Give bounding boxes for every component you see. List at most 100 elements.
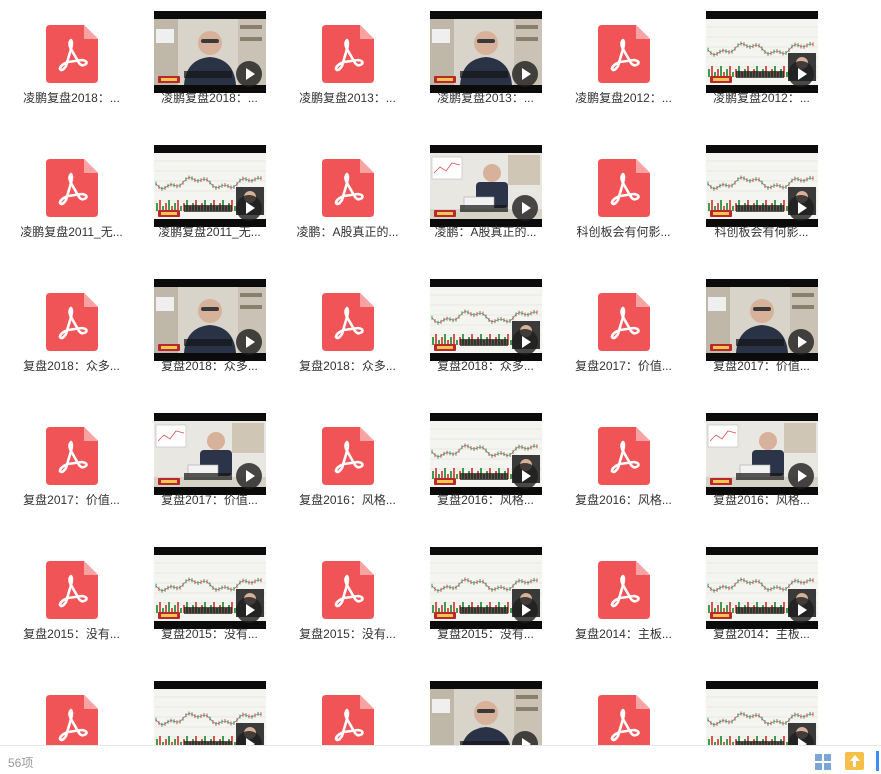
file-name-label[interactable]: 凌鹏复盘2013：... bbox=[414, 89, 557, 106]
upload-icon[interactable] bbox=[845, 752, 864, 770]
pdf-file-item[interactable]: 复盘2014：主板... bbox=[552, 536, 690, 670]
file-name-label[interactable]: 复盘2014：主板... bbox=[552, 625, 695, 642]
file-thumbnail[interactable] bbox=[430, 413, 542, 495]
pdf-file-item[interactable]: 复盘2016：风格... bbox=[552, 402, 690, 536]
file-thumbnail[interactable] bbox=[154, 681, 266, 745]
file-thumbnail[interactable] bbox=[430, 145, 542, 227]
file-name-label[interactable]: 凌鹏复盘2018：... bbox=[0, 89, 143, 106]
file-name-label[interactable]: 科创板会有何影... bbox=[690, 223, 833, 240]
file-thumbnail[interactable] bbox=[292, 145, 404, 227]
file-name-label[interactable]: 复盘2017：价值... bbox=[552, 357, 695, 374]
video-file-item[interactable]: 复盘2016：风格... bbox=[690, 402, 828, 536]
file-thumbnail[interactable] bbox=[16, 279, 128, 361]
video-file-item[interactable]: 复盘2016：风格... bbox=[414, 402, 552, 536]
file-thumbnail[interactable] bbox=[568, 145, 680, 227]
video-file-item[interactable] bbox=[414, 670, 552, 745]
file-thumbnail[interactable] bbox=[568, 681, 680, 745]
video-file-item[interactable]: 凌鹏复盘2012：... bbox=[690, 0, 828, 134]
file-name-label[interactable]: 凌鹏：A股真正的... bbox=[276, 223, 419, 240]
file-thumbnail[interactable] bbox=[16, 11, 128, 93]
play-icon[interactable] bbox=[788, 463, 814, 489]
file-name-label[interactable]: 复盘2014：主板... bbox=[690, 625, 833, 642]
file-thumbnail[interactable] bbox=[292, 681, 404, 745]
file-name-label[interactable]: 凌鹏复盘2011_无... bbox=[0, 223, 143, 240]
play-icon[interactable] bbox=[512, 195, 538, 221]
file-thumbnail[interactable] bbox=[706, 145, 818, 227]
file-thumbnail[interactable] bbox=[154, 279, 266, 361]
file-name-label[interactable]: 凌鹏复盘2012：... bbox=[552, 89, 695, 106]
pdf-file-item[interactable]: 复盘2015：没有... bbox=[0, 536, 138, 670]
file-thumbnail[interactable] bbox=[568, 413, 680, 495]
file-name-label[interactable]: 复盘2018：众多... bbox=[0, 357, 143, 374]
file-name-label[interactable]: 凌鹏：A股真正的... bbox=[414, 223, 557, 240]
file-name-label[interactable]: 复盘2018：众多... bbox=[276, 357, 419, 374]
pdf-file-item[interactable]: 复盘2016：风格... bbox=[276, 402, 414, 536]
file-name-label[interactable]: 复盘2016：风格... bbox=[552, 491, 695, 508]
file-name-label[interactable]: 复盘2017：价值... bbox=[690, 357, 833, 374]
play-icon[interactable] bbox=[788, 329, 814, 355]
play-icon[interactable] bbox=[788, 61, 814, 87]
file-thumbnail[interactable] bbox=[568, 11, 680, 93]
file-thumbnail[interactable] bbox=[706, 279, 818, 361]
file-name-label[interactable]: 复盘2015：没有... bbox=[414, 625, 557, 642]
pdf-file-item[interactable]: 复盘2015：没有... bbox=[276, 536, 414, 670]
play-icon[interactable] bbox=[236, 329, 262, 355]
file-thumbnail[interactable] bbox=[16, 681, 128, 745]
pdf-file-item[interactable]: 复盘2018：众多... bbox=[276, 268, 414, 402]
video-file-item[interactable]: 复盘2017：价值... bbox=[690, 268, 828, 402]
file-name-label[interactable]: 复盘2016：风格... bbox=[276, 491, 419, 508]
file-thumbnail[interactable] bbox=[292, 11, 404, 93]
video-file-item[interactable]: 凌鹏复盘2018：... bbox=[138, 0, 276, 134]
file-thumbnail[interactable] bbox=[16, 547, 128, 629]
play-icon[interactable] bbox=[236, 597, 262, 623]
file-name-label[interactable]: 复盘2018：众多... bbox=[138, 357, 281, 374]
file-name-label[interactable]: 复盘2018：众多... bbox=[414, 357, 557, 374]
file-thumbnail[interactable] bbox=[430, 11, 542, 93]
file-thumbnail[interactable] bbox=[430, 279, 542, 361]
file-thumbnail[interactable] bbox=[292, 279, 404, 361]
file-thumbnail[interactable] bbox=[706, 547, 818, 629]
video-file-item[interactable]: 科创板会有何影... bbox=[690, 134, 828, 268]
play-icon[interactable] bbox=[236, 463, 262, 489]
play-icon[interactable] bbox=[512, 329, 538, 355]
file-thumbnail[interactable] bbox=[568, 279, 680, 361]
file-name-label[interactable]: 复盘2015：没有... bbox=[276, 625, 419, 642]
pdf-file-item[interactable]: 复盘2017：价值... bbox=[0, 402, 138, 536]
file-thumbnail[interactable] bbox=[154, 145, 266, 227]
play-icon[interactable] bbox=[788, 195, 814, 221]
file-thumbnail[interactable] bbox=[430, 547, 542, 629]
pdf-file-item[interactable] bbox=[552, 670, 690, 745]
play-icon[interactable] bbox=[512, 597, 538, 623]
grid-view-icon[interactable] bbox=[815, 754, 831, 770]
pdf-file-item[interactable]: 科创板会有何影... bbox=[552, 134, 690, 268]
file-thumbnail[interactable] bbox=[154, 547, 266, 629]
play-icon[interactable] bbox=[512, 61, 538, 87]
file-name-label[interactable]: 复盘2017：价值... bbox=[0, 491, 143, 508]
pdf-file-item[interactable]: 凌鹏复盘2013：... bbox=[276, 0, 414, 134]
file-thumbnail[interactable] bbox=[706, 413, 818, 495]
video-file-item[interactable]: 复盘2017：价值... bbox=[138, 402, 276, 536]
file-thumbnail[interactable] bbox=[16, 145, 128, 227]
file-thumbnail[interactable] bbox=[568, 547, 680, 629]
file-thumbnail[interactable] bbox=[16, 413, 128, 495]
file-name-label[interactable]: 科创板会有何影... bbox=[552, 223, 695, 240]
file-thumbnail[interactable] bbox=[706, 11, 818, 93]
scrollbar-thumb[interactable] bbox=[876, 751, 879, 771]
file-thumbnail[interactable] bbox=[706, 681, 818, 745]
file-name-label[interactable]: 复盘2015：没有... bbox=[0, 625, 143, 642]
video-file-item[interactable]: 复盘2018：众多... bbox=[414, 268, 552, 402]
video-file-item[interactable]: 复盘2014：主板... bbox=[690, 536, 828, 670]
pdf-file-item[interactable] bbox=[0, 670, 138, 745]
file-name-label[interactable]: 凌鹏复盘2018：... bbox=[138, 89, 281, 106]
pdf-file-item[interactable]: 凌鹏：A股真正的... bbox=[276, 134, 414, 268]
file-thumbnail[interactable] bbox=[154, 11, 266, 93]
file-name-label[interactable]: 复盘2016：风格... bbox=[690, 491, 833, 508]
file-thumbnail[interactable] bbox=[292, 547, 404, 629]
file-name-label[interactable]: 凌鹏复盘2013：... bbox=[276, 89, 419, 106]
file-name-label[interactable]: 凌鹏复盘2012：... bbox=[690, 89, 833, 106]
play-icon[interactable] bbox=[236, 61, 262, 87]
pdf-file-item[interactable]: 凌鹏复盘2011_无... bbox=[0, 134, 138, 268]
pdf-file-item[interactable]: 凌鹏复盘2018：... bbox=[0, 0, 138, 134]
video-file-item[interactable]: 凌鹏复盘2011_无... bbox=[138, 134, 276, 268]
file-thumbnail[interactable] bbox=[430, 681, 542, 745]
